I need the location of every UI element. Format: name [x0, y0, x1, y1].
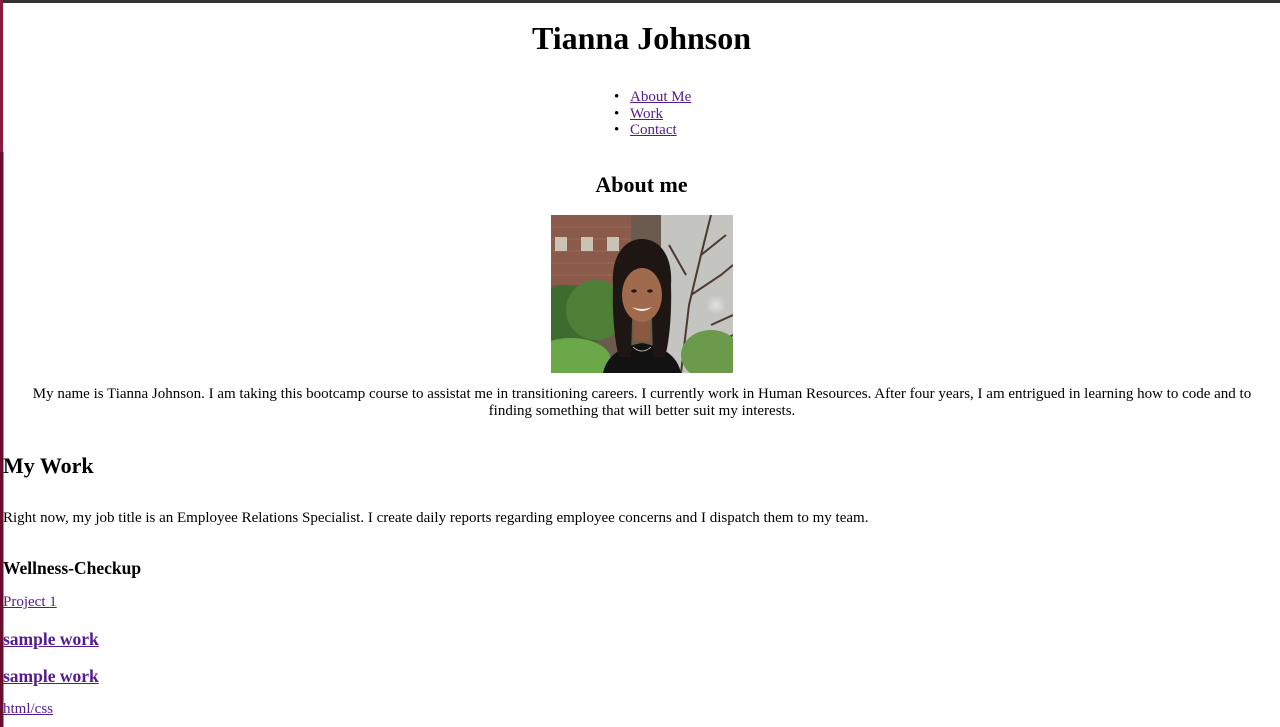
- window-top-border: [0, 0, 1280, 3]
- page-title: Tianna Johnson: [531, 20, 752, 56]
- project-1-link[interactable]: Project 1: [3, 594, 57, 611]
- nav-link-work[interactable]: Work: [630, 106, 663, 122]
- sample-work-link-2[interactable]: sample work: [3, 666, 99, 686]
- about-description: My name is Tianna Johnson. I am taking t…: [32, 386, 1252, 419]
- nav-list: About Me Work Contact: [614, 89, 691, 139]
- nav-link-contact[interactable]: Contact: [630, 122, 677, 138]
- sample-work-link-1[interactable]: sample work: [3, 629, 99, 649]
- project-heading: Wellness-Checkup: [3, 558, 142, 578]
- work-description: Right now, my job title is an Employee R…: [3, 510, 869, 526]
- work-heading: My Work: [3, 453, 94, 478]
- nav-item-contact: Contact: [614, 122, 691, 139]
- nav-item-about: About Me: [614, 89, 691, 106]
- about-heading: About me: [595, 172, 688, 197]
- nav-link-about-me[interactable]: About Me: [630, 89, 691, 105]
- profile-photo: [551, 215, 733, 373]
- html-css-link[interactable]: html/css: [3, 701, 53, 718]
- sample-work-heading-1: sample work: [3, 629, 99, 649]
- nav-item-work: Work: [614, 106, 691, 123]
- sample-work-heading-2: sample work: [3, 666, 99, 686]
